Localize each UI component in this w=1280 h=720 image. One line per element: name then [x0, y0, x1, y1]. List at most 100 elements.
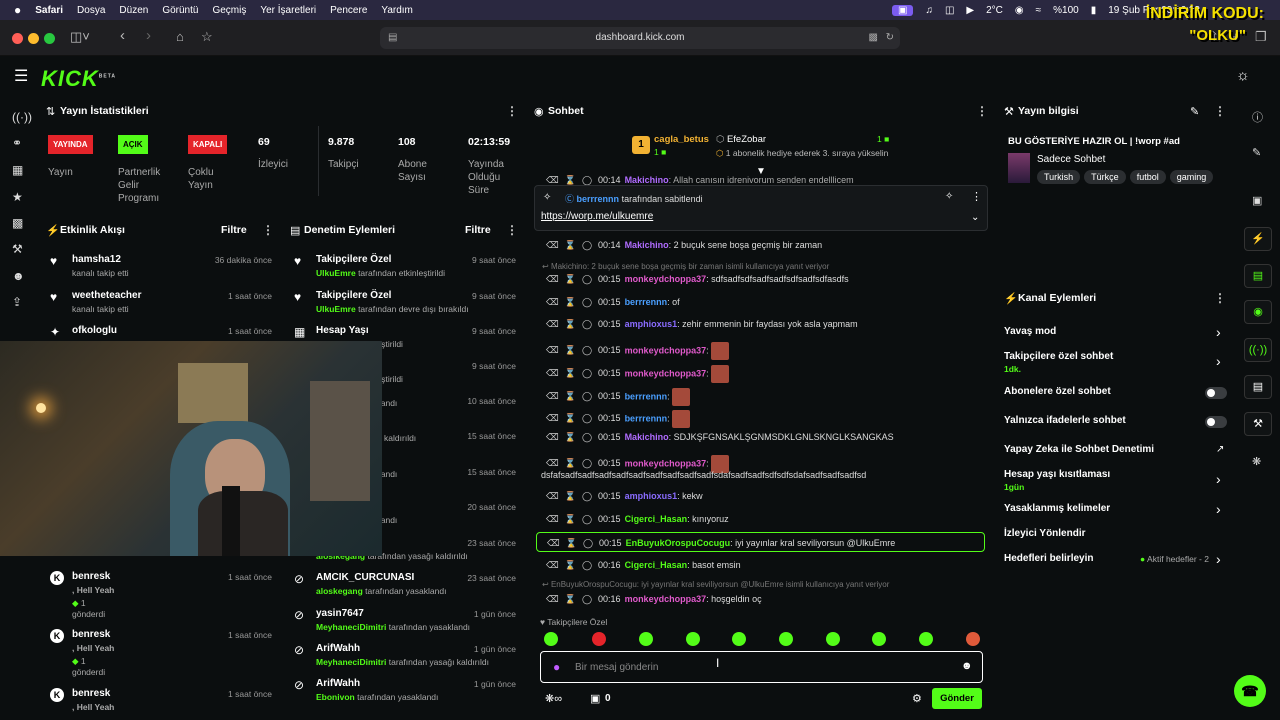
chat-username[interactable]: monkeydchoppa37 [625, 458, 707, 468]
music-icon[interactable]: ♫ [925, 5, 933, 16]
tab-overview-icon[interactable]: ❐ [1255, 29, 1267, 45]
activity-filter-button[interactable]: Filtre [221, 224, 247, 236]
menu-duzen[interactable]: Düzen [119, 5, 148, 16]
timeout-icon[interactable]: ⌛ [565, 432, 576, 442]
headphones-icon[interactable]: ◫ [945, 5, 954, 16]
timeout-icon[interactable]: ⌛ [565, 297, 576, 307]
apple-icon[interactable]: ● [14, 3, 21, 17]
mic-icon[interactable]: ● [553, 660, 560, 674]
screen-record-icon[interactable]: ▣ [892, 4, 914, 16]
ban-icon[interactable]: ◯ [582, 240, 592, 250]
ban-icon[interactable]: ◯ [582, 368, 592, 378]
chat-username[interactable]: monkeydchoppa37 [625, 274, 707, 284]
reload-icon[interactable]: ↻ [886, 27, 894, 49]
quick-emote-icon[interactable] [686, 632, 700, 646]
user-avatar-icon[interactable]: ☼ [1236, 67, 1250, 84]
upload-icon[interactable]: ⇪ [12, 295, 22, 309]
moderation-filter-button[interactable]: Filtre [465, 224, 491, 236]
timeout-icon[interactable]: ⌛ [565, 594, 576, 604]
menu-pencere[interactable]: Pencere [330, 5, 367, 16]
address-bar[interactable]: ▤ dashboard.kick.com ▩ ↻ [380, 27, 900, 49]
moderator-name[interactable]: aloskegang [316, 586, 363, 596]
forward-icon[interactable]: › [146, 27, 151, 44]
channel-action-item[interactable]: Abonelere özel sohbet [1004, 386, 1111, 397]
channel-action-item[interactable]: İzleyici Yönlendir [1004, 528, 1086, 539]
toggle-switch[interactable] [1205, 416, 1227, 428]
quick-emote-icon[interactable] [592, 632, 606, 646]
ban-icon[interactable]: ◯ [582, 514, 592, 524]
send-button[interactable]: Gönder [932, 688, 982, 709]
quick-emote-icon[interactable] [639, 632, 653, 646]
menu-yer-isaretleri[interactable]: Yer İşaretleri [260, 5, 316, 16]
ban-icon[interactable]: ◯ [582, 594, 592, 604]
top-gifter-name[interactable]: cagla_betus [654, 134, 709, 145]
chat-message[interactable]: ⌫ ⌛ ◯ 00:15 amphioxus1: zehir emmenin bir fa… [546, 319, 858, 330]
chat-username[interactable]: monkeydchoppa37 [625, 345, 707, 355]
chat-username[interactable]: monkeydchoppa37 [625, 368, 707, 378]
close-window-button[interactable] [12, 33, 23, 44]
pinned-menu-icon[interactable]: ⋮ [971, 190, 982, 203]
channel-action-item[interactable]: Hedefleri belirleyin [1004, 553, 1093, 564]
quick-emote-icon[interactable] [919, 632, 933, 646]
layout-icon[interactable]: ▤ [1244, 375, 1272, 399]
stats-menu-icon[interactable]: ⋮ [506, 104, 518, 118]
delete-icon[interactable]: ⌫ [546, 458, 559, 468]
delete-icon[interactable]: ⌫ [546, 345, 559, 355]
link-icon[interactable]: ⚭ [12, 136, 22, 150]
chat-username[interactable]: amphioxus1 [625, 319, 678, 329]
analytics-icon[interactable]: ▦ [12, 163, 23, 177]
category-thumbnail[interactable] [1008, 153, 1030, 183]
timeout-icon[interactable]: ⌛ [565, 413, 576, 423]
channel-action-item[interactable]: Yasaklanmış kelimeler [1004, 503, 1110, 514]
chevron-right-icon[interactable]: › [1216, 501, 1221, 517]
chat-username[interactable]: Cigerci_Hasan [625, 560, 688, 570]
moderator-name[interactable]: MeyhaneciDimitri [316, 657, 386, 667]
ban-icon[interactable]: ◯ [583, 538, 593, 548]
timeout-icon[interactable]: ⌛ [565, 345, 576, 355]
chat-username[interactable]: amphioxus1 [625, 491, 678, 501]
ban-icon[interactable]: ◯ [582, 458, 592, 468]
kick-logo[interactable]: KICKBETA [41, 66, 116, 92]
moderator-name[interactable]: Ebonivon [316, 692, 355, 702]
video-icon[interactable]: ▩ [12, 216, 23, 230]
wifi-icon[interactable]: ≈ [1036, 5, 1042, 16]
ban-icon[interactable]: ◯ [582, 319, 592, 329]
category-name[interactable]: Sadece Sohbet [1037, 154, 1105, 165]
chat-username[interactable]: berrrennn [625, 413, 668, 423]
chat-message[interactable]: ⌫ ⌛ ◯ 00:16 monkeydchoppa37: hoşgeldin oç [546, 594, 762, 605]
moderator-name[interactable]: MeyhaneciDimitri [316, 622, 386, 632]
chat-message[interactable]: ⌫ ⌛ ◯ 00:15 monkeydchoppa37: [546, 365, 730, 383]
timeout-icon[interactable]: ⌛ [565, 274, 576, 284]
chat-panel-icon[interactable]: ◉ [1244, 300, 1272, 324]
chat-username[interactable]: EnBuyukOrospuCocugu [626, 538, 731, 548]
delete-icon[interactable]: ⌫ [547, 538, 560, 548]
translate-icon[interactable]: ▩ [869, 27, 878, 49]
chat-message[interactable]: ⌫ ⌛ ◯ 00:15 berrrennn: of [546, 297, 680, 308]
activity-menu-icon[interactable]: ⋮ [262, 223, 274, 237]
ban-icon[interactable]: ◯ [582, 297, 592, 307]
quick-emote-icon[interactable] [826, 632, 840, 646]
tag[interactable]: gaming [1169, 170, 1214, 184]
gift-icon[interactable]: ▣ [590, 692, 600, 705]
delete-icon[interactable]: ⌫ [546, 391, 559, 401]
chevron-right-icon[interactable]: › [1216, 353, 1221, 369]
delete-icon[interactable]: ⌫ [546, 297, 559, 307]
chat-menu-icon[interactable]: ⋮ [976, 104, 988, 118]
channel-action-item[interactable]: Yapay Zeka ile Sohbet Denetimi [1004, 444, 1154, 455]
chat-message[interactable]: ⌫ ⌛ ◯ 00:15 Cigerci_Hasan: kınıyoruz [546, 514, 729, 525]
ban-icon[interactable]: ◯ [582, 345, 592, 355]
delete-icon[interactable]: ⌫ [546, 491, 559, 501]
channel-action-item[interactable]: Yavaş mod [1004, 326, 1056, 337]
timeout-icon[interactable]: ⌛ [565, 391, 576, 401]
menu-goruntu[interactable]: Görüntü [162, 5, 198, 16]
ban-icon[interactable]: ◯ [582, 274, 592, 284]
wrench-icon[interactable]: ⚒ [12, 242, 23, 256]
pinned-message[interactable]: ✧ Ⓒ berrrennn tarafından sabitlendi http… [534, 185, 988, 231]
delete-icon[interactable]: ⌫ [546, 413, 559, 423]
stream-info-menu-icon[interactable]: ⋮ [1214, 104, 1226, 118]
quick-emote-icon[interactable] [544, 632, 558, 646]
chat-message[interactable]: ⌫ ⌛ ◯ 00:15 berrrennn: [546, 410, 691, 428]
top-sub-name[interactable]: EfeZobar [727, 134, 766, 145]
chat-message[interactable]: ⌫ ⌛ ◯ 00:15 berrrennn: [546, 388, 691, 406]
users-icon[interactable]: ☻ [12, 269, 25, 283]
